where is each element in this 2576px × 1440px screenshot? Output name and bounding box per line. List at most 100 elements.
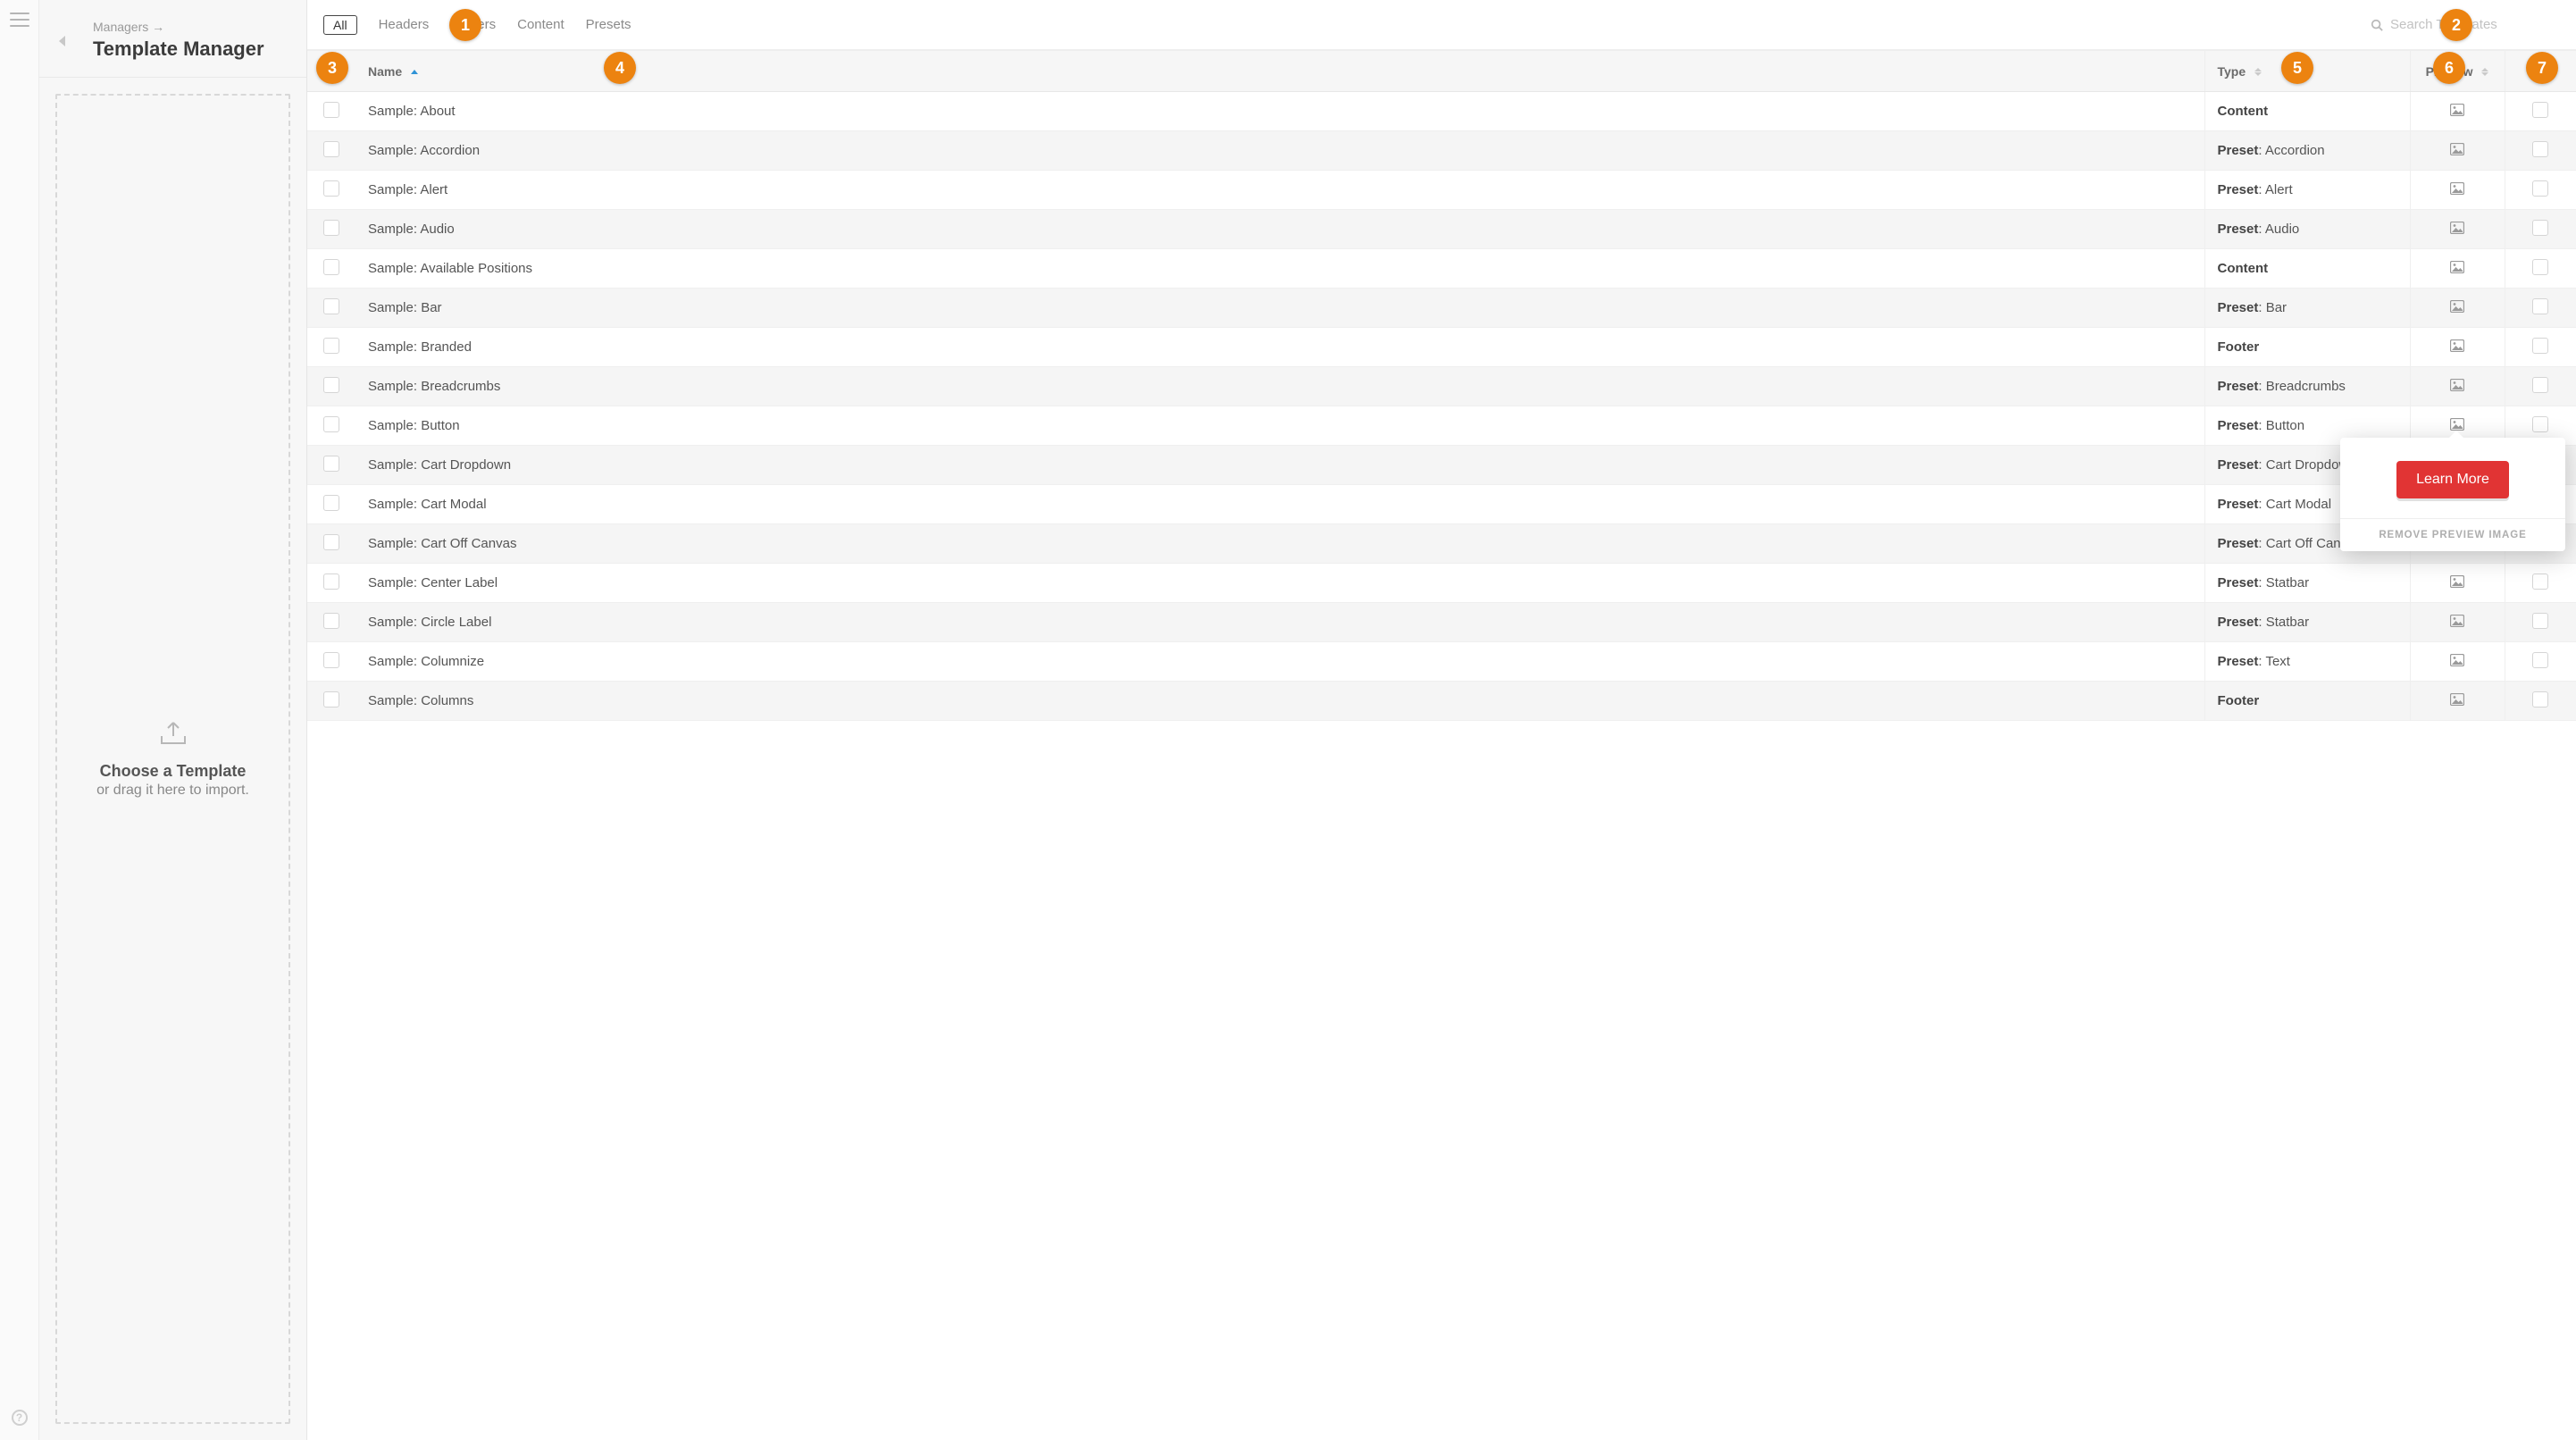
row-name: Sample: Cart Off Canvas [368,536,516,551]
table-row[interactable]: Sample: Cart DropdownPreset: Cart Dropdo… [307,446,2576,485]
row-type: Preset: Audio [2218,222,2300,237]
table-row[interactable]: Sample: ColumnizePreset: Text [307,642,2576,682]
row-checkbox[interactable] [323,102,339,118]
image-icon[interactable] [2450,655,2464,670]
table-row[interactable]: Sample: Bar Preset: Bar [307,289,2576,328]
col-check-header[interactable] [307,51,355,92]
row-name: Sample: Available Positions [368,261,532,276]
col-type-label: Type [2218,64,2246,79]
row-select-checkbox[interactable] [2532,691,2548,707]
row-type: Preset: Text [2218,654,2290,669]
back-icon[interactable] [59,36,65,46]
menu-icon[interactable] [10,13,29,27]
row-name: Sample: Breadcrumbs [368,379,500,394]
row-checkbox[interactable] [323,534,339,550]
row-checkbox[interactable] [323,456,339,472]
row-checkbox[interactable] [323,416,339,432]
image-icon[interactable] [2450,222,2464,238]
search-field[interactable] [2371,17,2560,32]
table-row[interactable]: Sample: AlertPreset: Alert [307,171,2576,210]
row-select-checkbox[interactable] [2532,338,2548,354]
row-checkbox[interactable] [323,141,339,157]
filter-content[interactable]: Content [517,17,565,32]
select-all-checkbox[interactable] [320,62,336,78]
row-select-checkbox[interactable] [2532,613,2548,629]
row-checkbox[interactable] [323,298,339,314]
image-icon[interactable] [2450,183,2464,198]
row-name: Sample: Center Label [368,575,498,590]
table-row[interactable]: Sample: Audio Preset: Audio [307,210,2576,249]
table-row[interactable]: Sample: Circle LabelPreset: Statbar [307,603,2576,642]
row-checkbox[interactable] [323,573,339,590]
row-name: Sample: Bar [368,300,442,315]
row-type: Preset: Alert [2218,182,2293,197]
row-checkbox[interactable] [323,652,339,668]
image-icon[interactable] [2450,615,2464,631]
row-select-checkbox[interactable] [2532,220,2548,236]
row-checkbox[interactable] [323,180,339,197]
table-row[interactable]: Sample: Cart Off CanvasPreset: Cart Off … [307,524,2576,564]
table-row[interactable]: Sample: BrandedFooter [307,328,2576,367]
row-checkbox[interactable] [323,220,339,236]
col-type-header[interactable]: Type [2204,51,2410,92]
row-checkbox[interactable] [323,259,339,275]
table-row[interactable]: Sample: AccordionPreset: Accordion [307,131,2576,171]
row-name: Sample: Circle Label [368,615,491,630]
col-name-label: Name [368,64,402,79]
row-select-checkbox[interactable] [2532,416,2548,432]
help-icon[interactable]: ? [0,1410,38,1426]
image-icon[interactable] [2450,301,2464,316]
image-icon[interactable] [2450,144,2464,159]
remove-preview-button[interactable]: REMOVE PREVIEW IMAGE [2340,519,2565,551]
table-row[interactable]: Sample: Cart ModalPreset: Cart Modal [307,485,2576,524]
row-type: Footer [2218,339,2260,355]
table-row[interactable]: Sample: ButtonPreset: Button [307,406,2576,446]
image-icon[interactable] [2450,340,2464,356]
row-type: Preset: Breadcrumbs [2218,379,2346,394]
image-icon[interactable] [2450,380,2464,395]
row-type: Preset: Bar [2218,300,2287,315]
row-select-checkbox[interactable] [2532,377,2548,393]
image-icon[interactable] [2450,576,2464,591]
col-name-header[interactable]: Name [355,51,2204,92]
table-row[interactable]: Sample: AboutContent [307,92,2576,131]
sidebar-header: Managers → Template Manager [39,0,306,78]
popover-body: Learn More [2340,438,2565,519]
search-input[interactable] [2390,17,2524,32]
row-checkbox[interactable] [323,613,339,629]
row-checkbox[interactable] [323,377,339,393]
row-select-checkbox[interactable] [2532,573,2548,590]
col-preview-label: Preview [2426,64,2473,79]
filter-all[interactable]: All [323,15,357,35]
row-type: Preset: Statbar [2218,575,2310,590]
table-row[interactable]: Sample: Breadcrumbs Preset: Breadcrumbs [307,367,2576,406]
row-select-checkbox[interactable] [2532,102,2548,118]
image-icon[interactable] [2450,105,2464,120]
filter-footers[interactable]: Footers [450,17,496,32]
row-select-checkbox[interactable] [2532,652,2548,668]
table-row[interactable]: Sample: Center Label Preset: Statbar [307,564,2576,603]
col-preview-header[interactable]: Preview [2410,51,2505,92]
row-checkbox[interactable] [323,338,339,354]
learn-more-button[interactable]: Learn More [2396,461,2509,498]
row-name: Sample: Cart Dropdown [368,457,511,473]
row-select-checkbox[interactable] [2532,259,2548,275]
row-name: Sample: Button [368,418,460,433]
row-type: Preset: Cart Modal [2218,497,2332,512]
table-row[interactable]: Sample: Available PositionsContent [307,249,2576,289]
row-name: Sample: About [368,104,456,119]
row-name: Sample: Audio [368,222,455,237]
filter-headers[interactable]: Headers [379,17,430,32]
image-icon[interactable] [2450,262,2464,277]
row-select-checkbox[interactable] [2532,141,2548,157]
row-select-checkbox[interactable] [2532,298,2548,314]
row-select-checkbox[interactable] [2532,180,2548,197]
breadcrumb[interactable]: Managers → [93,20,283,34]
row-checkbox[interactable] [323,691,339,707]
filter-presets[interactable]: Presets [586,17,631,32]
table-row[interactable]: Sample: ColumnsFooter [307,682,2576,721]
row-checkbox[interactable] [323,495,339,511]
image-icon[interactable] [2450,694,2464,709]
import-dropzone[interactable]: Choose a Template or drag it here to imp… [55,94,290,1424]
page-title: Template Manager [93,38,283,61]
